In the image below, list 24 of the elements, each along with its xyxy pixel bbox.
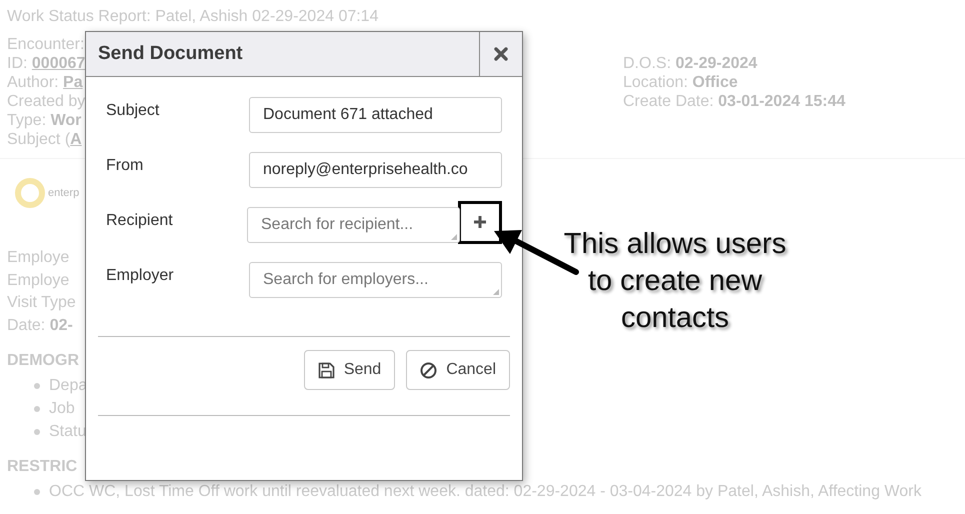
send-button[interactable]: Send <box>304 350 396 390</box>
field-label: From <box>106 157 144 175</box>
bullet-icon <box>34 382 40 388</box>
annotation-text: This allows users to create new contacts <box>562 227 788 336</box>
logo-icon <box>14 177 46 209</box>
text-field[interactable]: noreply@enterprisehealth.co <box>249 152 502 188</box>
field-label: Employer <box>106 267 175 285</box>
resize-grip-icon <box>451 234 457 240</box>
logo-text: enterp <box>48 187 80 199</box>
prohibited-icon <box>420 362 438 378</box>
close-icon <box>494 47 508 61</box>
search-field[interactable]: Search for employers... <box>249 262 502 298</box>
field-label: Subject <box>106 102 160 120</box>
floppy-icon <box>318 362 335 378</box>
text-field[interactable]: Document 671 attached <box>249 97 502 133</box>
plus-icon <box>474 216 486 228</box>
bullet-icon <box>34 406 40 412</box>
bullet-icon <box>34 428 40 434</box>
cancel-button[interactable]: Cancel <box>406 350 510 390</box>
bullet-icon <box>34 488 40 494</box>
dialog-title: Send Document <box>97 42 244 66</box>
resize-grip-icon <box>493 289 499 295</box>
field-label: Recipient <box>106 212 174 230</box>
search-field[interactable]: Search for recipient... <box>247 207 460 243</box>
